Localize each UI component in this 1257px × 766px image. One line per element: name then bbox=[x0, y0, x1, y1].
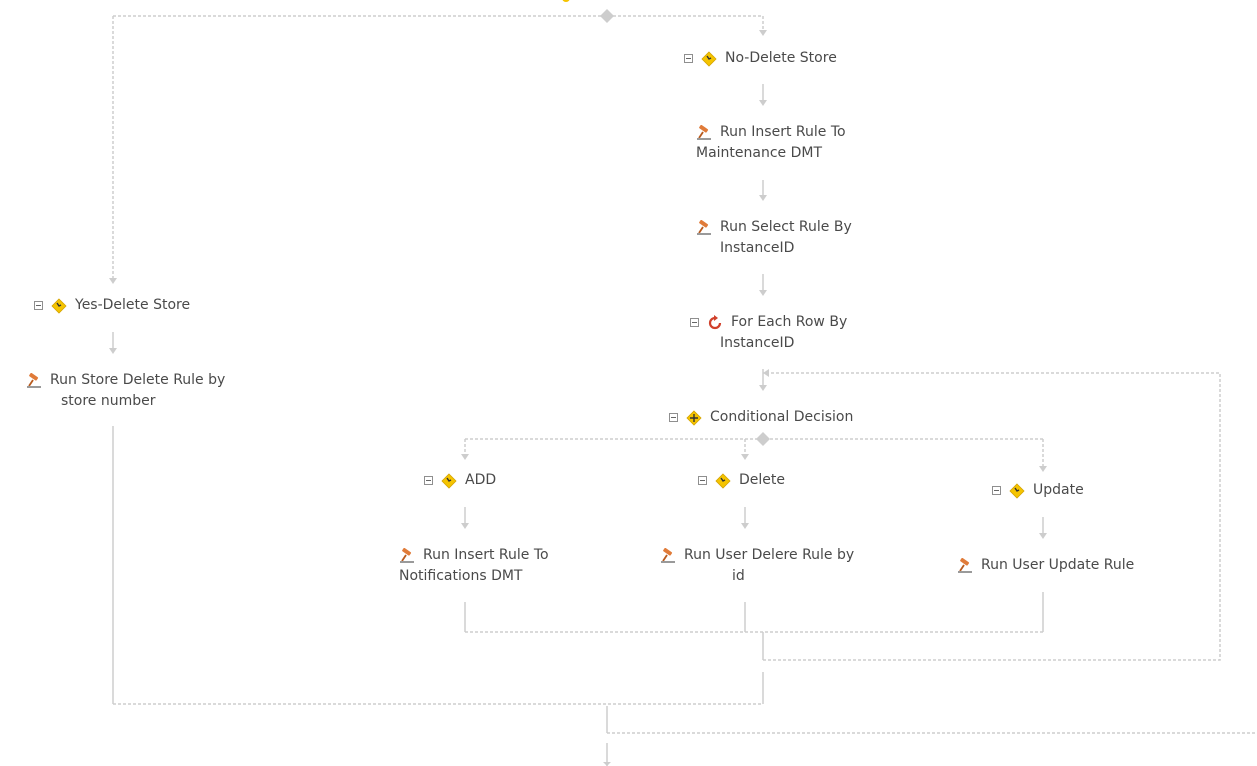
decision-diamond-icon bbox=[686, 409, 702, 426]
arrowhead bbox=[759, 195, 767, 201]
node-yes-delete-store[interactable]: Yes-Delete Store bbox=[34, 295, 190, 316]
arrowhead bbox=[1039, 466, 1047, 472]
arrowhead bbox=[741, 523, 749, 529]
decision-diamond-icon bbox=[1009, 482, 1025, 499]
node-label-line1: For Each Row By bbox=[731, 314, 848, 330]
node-run-user-delete[interactable]: Run User Delere Rule by id bbox=[660, 545, 854, 587]
node-conditional-decision[interactable]: Conditional Decision bbox=[669, 407, 853, 428]
collapse-minus-icon[interactable] bbox=[698, 476, 707, 485]
node-label-line2: Notifications DMT bbox=[399, 568, 523, 584]
decision-diamond-icon bbox=[715, 472, 731, 489]
loop-arrowhead bbox=[763, 369, 769, 377]
decision-diamond-icon bbox=[701, 50, 717, 67]
gavel-icon bbox=[661, 547, 675, 563]
node-label: Delete bbox=[739, 472, 785, 488]
partial-decision-icon bbox=[562, 0, 570, 2]
node-label-line2: InstanceID bbox=[720, 240, 795, 256]
gavel-icon bbox=[697, 124, 711, 140]
node-update[interactable]: Update bbox=[992, 480, 1084, 501]
node-label: ADD bbox=[465, 472, 497, 488]
arrowhead bbox=[759, 100, 767, 106]
arrowhead bbox=[109, 278, 117, 284]
gavel-icon bbox=[958, 557, 972, 573]
branch-bar-connector bbox=[464, 438, 1044, 466]
node-label-line1: Run Select Rule By bbox=[720, 219, 852, 235]
node-label-line1: Run Insert Rule To bbox=[720, 124, 846, 140]
arrowhead bbox=[741, 454, 749, 460]
node-label-line1: Run User Delere Rule by bbox=[684, 547, 855, 563]
collapse-minus-icon[interactable] bbox=[669, 413, 678, 422]
arrowhead bbox=[109, 348, 117, 354]
node-label-line2: id bbox=[732, 568, 745, 584]
gavel-icon bbox=[697, 219, 711, 235]
arrowhead bbox=[603, 762, 611, 766]
branch-diamond bbox=[756, 432, 770, 446]
node-label-line1: Run Store Delete Rule by bbox=[50, 372, 226, 388]
node-run-insert-notifications[interactable]: Run Insert Rule To Notifications DMT bbox=[399, 545, 549, 587]
collapse-minus-icon[interactable] bbox=[424, 476, 433, 485]
arrowhead bbox=[759, 385, 767, 391]
node-label-line2: store number bbox=[61, 393, 156, 409]
node-label: Run User Update Rule bbox=[981, 557, 1135, 573]
arrowhead bbox=[461, 454, 469, 460]
gavel-icon bbox=[400, 547, 414, 563]
node-label: Yes-Delete Store bbox=[75, 297, 191, 313]
collapse-minus-icon[interactable] bbox=[34, 301, 43, 310]
collapse-minus-icon[interactable] bbox=[684, 54, 693, 63]
collapse-minus-icon[interactable] bbox=[992, 486, 1001, 495]
node-label: Update bbox=[1033, 482, 1084, 498]
collapse-minus-icon[interactable] bbox=[690, 318, 699, 327]
node-delete[interactable]: Delete bbox=[698, 470, 785, 491]
node-label-line2: InstanceID bbox=[720, 335, 795, 351]
arrowhead bbox=[461, 523, 469, 529]
node-run-user-update[interactable]: Run User Update Rule bbox=[957, 555, 1134, 576]
node-run-insert-maintenance[interactable]: Run Insert Rule To Maintenance DMT bbox=[696, 122, 846, 164]
node-no-delete-store[interactable]: No-Delete Store bbox=[684, 48, 837, 69]
node-for-each-row[interactable]: For Each Row By InstanceID bbox=[690, 312, 847, 354]
node-label-line1: Run Insert Rule To bbox=[423, 547, 549, 563]
gavel-icon bbox=[27, 372, 41, 388]
arrowhead bbox=[759, 30, 767, 36]
decision-diamond-icon bbox=[441, 472, 457, 489]
arrowhead bbox=[1039, 533, 1047, 539]
node-label: Conditional Decision bbox=[710, 409, 854, 425]
node-add[interactable]: ADD bbox=[424, 470, 496, 491]
arrowhead bbox=[759, 290, 767, 296]
loop-icon bbox=[708, 314, 722, 329]
branch-diamond bbox=[600, 9, 614, 23]
node-label-line2: Maintenance DMT bbox=[696, 145, 823, 161]
node-label: No-Delete Store bbox=[725, 50, 837, 66]
node-run-store-delete[interactable]: Run Store Delete Rule by store number bbox=[26, 370, 225, 412]
node-run-select-instanceid[interactable]: Run Select Rule By InstanceID bbox=[696, 217, 852, 259]
decision-diamond-icon bbox=[51, 297, 67, 314]
top-branch-connector bbox=[112, 15, 764, 278]
